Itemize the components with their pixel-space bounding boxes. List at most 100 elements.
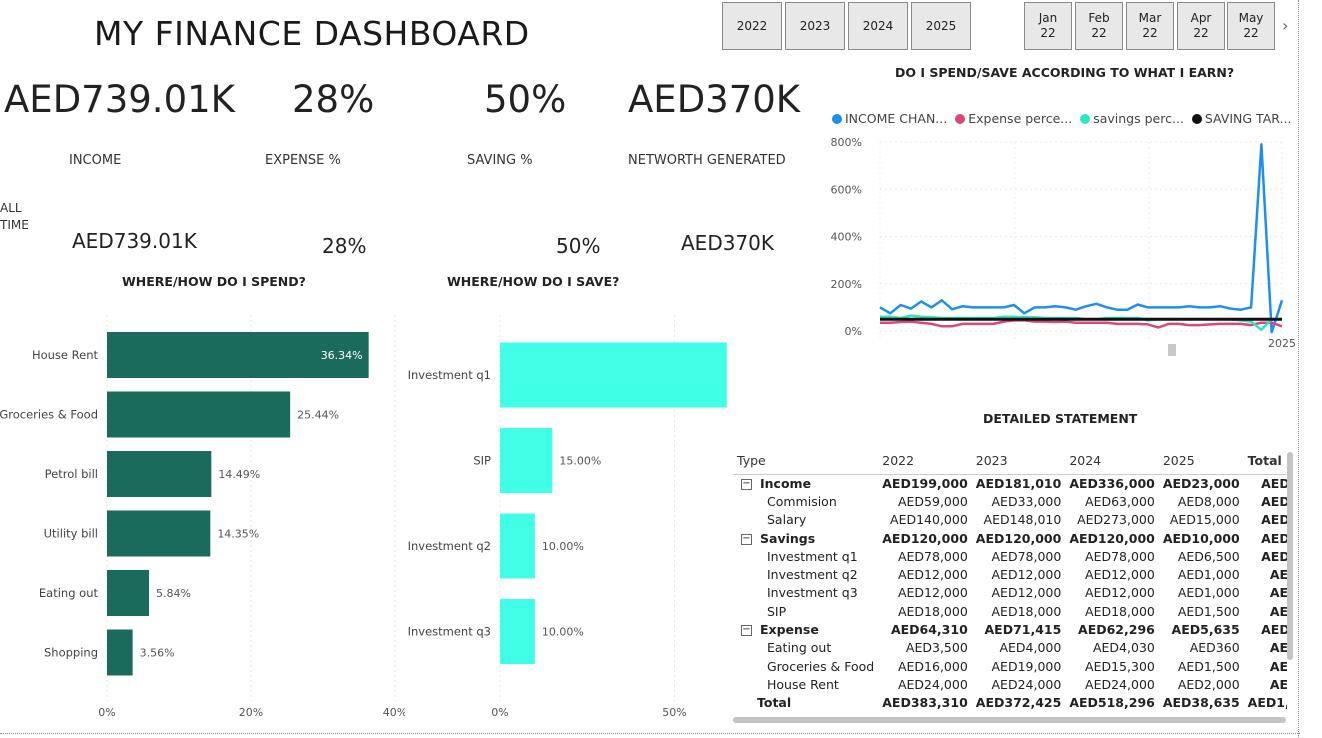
table-cell: AED59,000 (897, 493, 968, 509)
data-label: 10.00% (542, 626, 584, 639)
column-header[interactable]: Type (733, 448, 879, 475)
table-cell: AED383,310 (882, 695, 968, 711)
bar[interactable] (500, 513, 535, 579)
bar[interactable] (107, 391, 291, 438)
month-slicer-mar-22[interactable]: Mar 22 (1126, 2, 1174, 50)
year-slicer-2023[interactable]: 2023 (785, 2, 845, 50)
x-tick-label: 40% (383, 706, 405, 719)
table-cell: AED1,500 (1177, 658, 1240, 674)
bar[interactable] (107, 510, 211, 557)
legend-item[interactable]: Expense perce... (955, 111, 1072, 126)
line-chart: 800% 600% 400% 200% 0% 2025 (831, 136, 1296, 356)
collapse-icon[interactable]: − (741, 533, 752, 545)
category-label: Petrol bill (45, 467, 98, 481)
bar[interactable] (500, 342, 727, 408)
table-cell: AED78,000 (1085, 548, 1155, 564)
legend-item[interactable]: INCOME CHAN... (832, 111, 947, 126)
table-cell: AED8,000 (1177, 493, 1240, 509)
column-header[interactable]: 2023 (971, 448, 1066, 475)
year-slicer-2024[interactable]: 2024 (848, 2, 908, 50)
series-line[interactable] (880, 319, 1283, 329)
table-cell: AED12,000 (991, 585, 1062, 601)
row-label: Income (760, 475, 812, 491)
statement-horizontal-scrollbar[interactable] (733, 717, 1286, 723)
month-slicer-may-22[interactable]: May 22 (1227, 2, 1275, 50)
chart-scroll-handle[interactable] (1168, 344, 1176, 356)
table-cell: AED38,635 (1162, 695, 1240, 711)
column-header[interactable]: 2025 (1158, 448, 1244, 475)
row-label-cell: − Savings (733, 529, 878, 547)
collapse-icon[interactable]: − (741, 625, 752, 637)
legend-item[interactable]: savings perc... (1080, 111, 1184, 126)
category-label: Shopping (44, 646, 98, 660)
table-row: Salary AED140,000 AED148,010 AED273,000 AED1… (733, 511, 1287, 529)
table-row: − Savings AED120,000 AED120,000 AED120,000 AE… (733, 529, 1287, 547)
table-cell: AED18,000 (897, 603, 968, 619)
statement-vertical-scrollbar[interactable] (1287, 452, 1293, 660)
table-cell: AED1,500 (1177, 603, 1240, 619)
bar[interactable] (107, 629, 133, 676)
line-chart-legend: INCOME CHAN... Expense perce... savings pe… (832, 111, 1291, 126)
legend-label: savings perc... (1093, 111, 1184, 126)
table-cell: AED140,000 (890, 512, 968, 528)
month-slicer-apr-22[interactable]: Apr 22 (1177, 2, 1225, 50)
table-cell: AED12,000 (897, 585, 968, 601)
bar[interactable] (107, 570, 150, 616)
column-header[interactable]: 2024 (1065, 448, 1159, 475)
legend-item[interactable]: SAVING TAR... (1191, 111, 1291, 126)
row-label: House Rent (767, 676, 839, 692)
month-slicer-jan-22[interactable]: Jan 22 (1024, 2, 1072, 50)
row-label: Groceries & Food (767, 658, 875, 674)
chevron-right-icon[interactable]: › (1282, 16, 1288, 35)
row-label: Investment q1 (767, 548, 858, 564)
kpi-income-label: INCOME (69, 153, 122, 168)
table-cell: AED71,415 (984, 622, 1062, 638)
column-header[interactable]: 2022 (878, 448, 972, 475)
row-label-cell: Investment q3 (733, 584, 878, 602)
alltime-label-line2: TIME (0, 218, 29, 232)
table-row: − Expense AED64,310 AED71,415 AED62,296 AED5,… (733, 620, 1287, 638)
x-tick-label: 0% (98, 706, 115, 719)
month-slicer-year: 22 (1142, 26, 1158, 40)
table-cell: AED15,300 (1085, 658, 1155, 674)
row-label: Salary (767, 512, 807, 528)
table-row: Groceries & Food AED16,000 AED19,000 AED15,… (733, 657, 1287, 675)
series-line[interactable] (879, 143, 1284, 334)
month-slicer-feb-22[interactable]: Feb 22 (1075, 2, 1123, 50)
year-slicer-2025[interactable]: 2025 (911, 2, 971, 50)
legend-dot-icon (1080, 113, 1091, 124)
table-cell: AED360 (1189, 640, 1240, 656)
table-cell: AED19,000 (991, 658, 1062, 674)
year-slicer-2022[interactable]: 2022 (722, 2, 782, 50)
table-row: Investment q3 AED12,000 AED12,000 AED12,000… (733, 584, 1287, 602)
column-header[interactable]: Total (1243, 448, 1287, 475)
table-cell: AED4,000 (999, 640, 1062, 656)
table-cell: AED12,000 (1085, 585, 1155, 601)
statement-table-wrap: Type 2022 2023 2024 2025 Total − Income AED199,0… (733, 448, 1287, 720)
row-label: SIP (767, 603, 787, 619)
row-label: Expense (760, 622, 819, 638)
spend-bar-chart: 0% 20% 40% House Rent 36.34% Groceries & Food… (0, 315, 405, 719)
kpi-saving-label: SAVING % (467, 153, 533, 168)
table-cell: AED16,000 (897, 658, 968, 674)
category-label: Investment q1 (408, 368, 491, 382)
bar[interactable] (107, 451, 212, 497)
collapse-icon[interactable]: − (741, 478, 752, 490)
table-cell: AED372,425 (975, 695, 1062, 711)
bar[interactable] (500, 599, 535, 664)
table-cell: AED5 (1269, 658, 1287, 674)
table-cell: AED148,010 (983, 512, 1062, 528)
bar[interactable] (500, 428, 553, 493)
month-slicer-month: Apr (1190, 11, 1212, 25)
table-cell: AED78,000 (897, 548, 968, 564)
table-row: Investment q1 AED78,000 AED78,000 AED78,000… (733, 547, 1287, 565)
canvas-border-bottom (0, 733, 1300, 734)
table-cell: AED273,000 (1077, 512, 1155, 528)
table-cell: AED2,000 (1177, 676, 1240, 692)
data-label: 5.84% (156, 587, 191, 600)
category-label: Investment q3 (408, 625, 491, 639)
table-cell: AED4,030 (1092, 640, 1155, 656)
table-cell: AED73 (1261, 475, 1287, 491)
spend-chart-title: WHERE/HOW DO I SPEND? (122, 274, 306, 289)
table-cell: AED6,500 (1177, 548, 1240, 564)
